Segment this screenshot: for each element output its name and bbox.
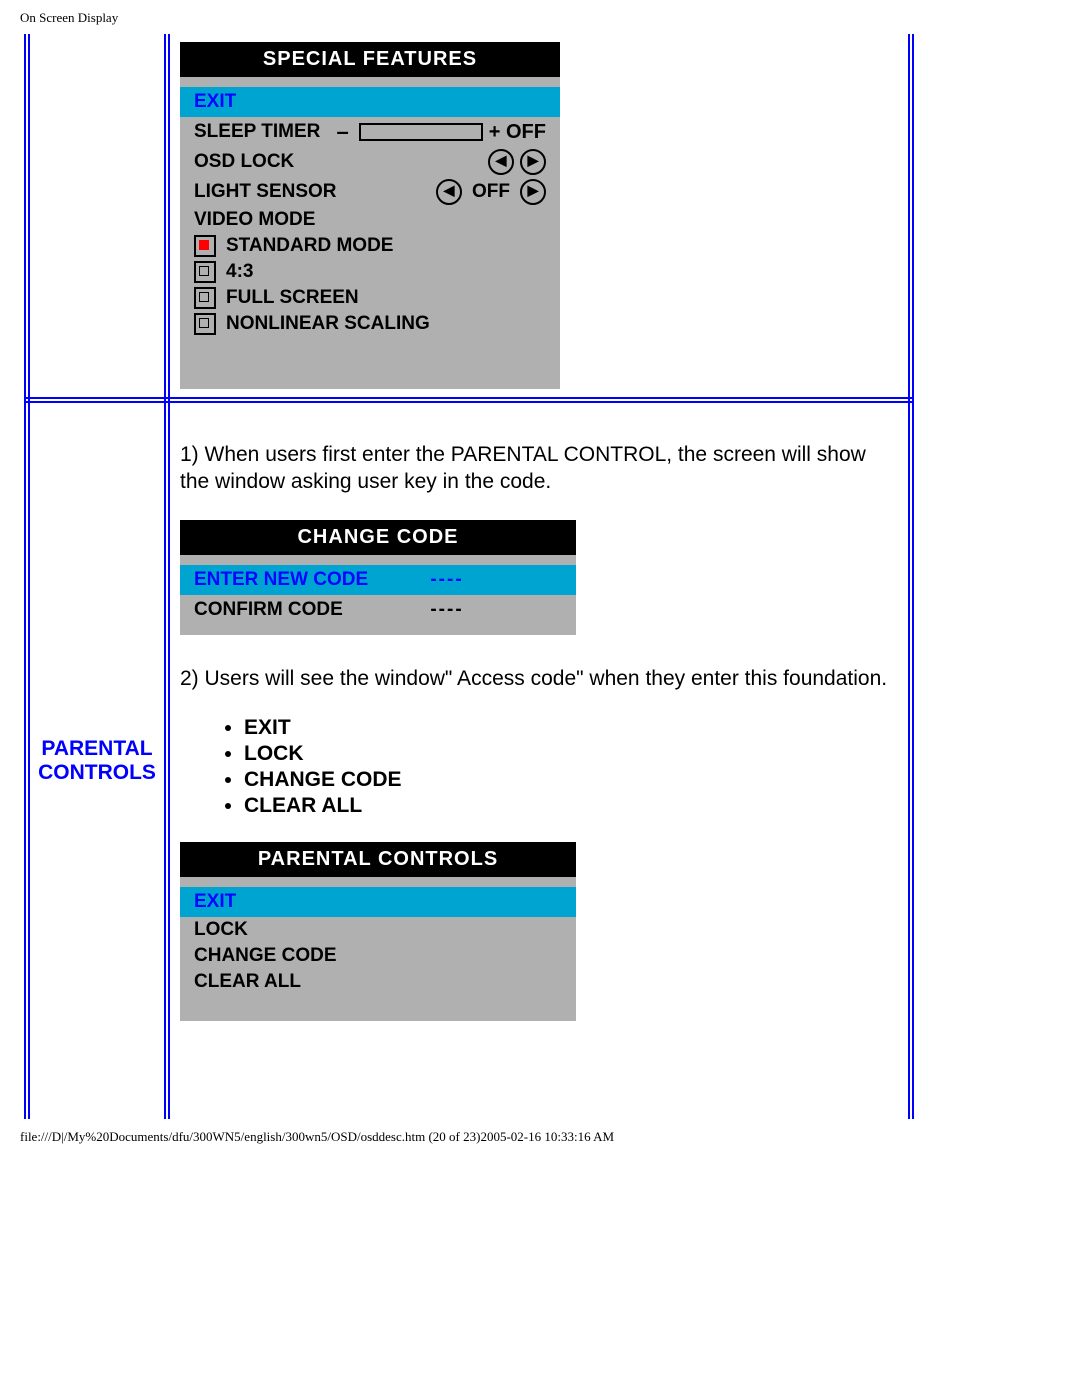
right-arrow-icon[interactable]: ▶ — [520, 179, 546, 205]
sf-osd-lock[interactable]: OSD LOCK ◀ ▶ — [180, 147, 560, 177]
paragraph-1: 1) When users first enter the PARENTAL C… — [180, 441, 898, 496]
sf-mode-nonlinear[interactable]: NONLINEAR SCALING — [180, 311, 560, 337]
sf-light-sensor[interactable]: LIGHT SENSOR ◀ OFF ▶ — [180, 177, 560, 207]
change-code-panel: CHANGE CODE ENTER NEW CODE ---- CONFIRM … — [180, 520, 576, 635]
parental-controls-panel: PARENTAL CONTROLS EXIT LOCK CHANGE CODE … — [180, 842, 576, 1021]
options-list: EXIT LOCK CHANGE CODE CLEAR ALL — [216, 716, 898, 818]
pc-lock[interactable]: LOCK — [180, 917, 576, 943]
minus-icon[interactable]: – — [327, 119, 359, 145]
radio-icon — [194, 261, 216, 283]
radio-icon — [194, 287, 216, 309]
sf-mode-fullscreen[interactable]: FULL SCREEN — [180, 285, 560, 311]
sf-mode-standard-label: STANDARD MODE — [226, 235, 393, 257]
row1-left-cell — [27, 34, 167, 400]
special-features-title: SPECIAL FEATURES — [180, 42, 560, 77]
list-item: LOCK — [244, 742, 898, 766]
sf-osd-lock-label: OSD LOCK — [194, 151, 488, 173]
page-footer: file:///D|/My%20Documents/dfu/300WN5/eng… — [0, 1119, 1080, 1155]
radio-icon — [194, 313, 216, 335]
paragraph-2: 2) Users will see the window" Access cod… — [180, 665, 898, 692]
sf-mode-standard[interactable]: STANDARD MODE — [180, 233, 560, 259]
sf-video-mode: VIDEO MODE — [180, 207, 560, 233]
page-header: On Screen Display — [0, 0, 1080, 34]
sf-sleep-timer[interactable]: SLEEP TIMER – + OFF — [180, 117, 560, 147]
cc-enter-new-label: ENTER NEW CODE — [194, 569, 412, 591]
cc-enter-new[interactable]: ENTER NEW CODE ---- — [180, 565, 576, 595]
sf-mode-43-label: 4:3 — [226, 261, 253, 283]
sf-light-sensor-value: OFF — [462, 181, 520, 203]
change-code-title: CHANGE CODE — [180, 520, 576, 555]
cc-confirm-value: ---- — [412, 599, 482, 621]
parental-title: PARENTAL CONTROLS — [180, 842, 576, 877]
sf-mode-43[interactable]: 4:3 — [180, 259, 560, 285]
row2-right-cell: 1) When users first enter the PARENTAL C… — [167, 400, 911, 1119]
special-features-panel: SPECIAL FEATURES EXIT SLEEP TIMER – + OF… — [180, 42, 560, 389]
sf-sleep-timer-label: SLEEP TIMER — [194, 121, 327, 143]
pc-clear-all[interactable]: CLEAR ALL — [180, 969, 576, 995]
radio-icon — [194, 235, 216, 257]
sf-video-mode-label: VIDEO MODE — [194, 209, 546, 231]
sf-sleep-timer-value: + OFF — [483, 121, 546, 144]
row1-right-cell: SPECIAL FEATURES EXIT SLEEP TIMER – + OF… — [167, 34, 911, 400]
list-item: CHANGE CODE — [244, 768, 898, 792]
cc-confirm-label: CONFIRM CODE — [194, 599, 412, 621]
sf-light-sensor-label: LIGHT SENSOR — [194, 181, 436, 203]
list-item: EXIT — [244, 716, 898, 740]
right-arrow-icon[interactable]: ▶ — [520, 149, 546, 175]
pc-change-code[interactable]: CHANGE CODE — [180, 943, 576, 969]
content-table: SPECIAL FEATURES EXIT SLEEP TIMER – + OF… — [24, 34, 914, 1119]
pc-exit[interactable]: EXIT — [180, 887, 576, 917]
row2-left-cell: PARENTAL CONTROLS — [27, 400, 167, 1119]
cc-confirm[interactable]: CONFIRM CODE ---- — [180, 595, 576, 625]
left-arrow-icon[interactable]: ◀ — [436, 179, 462, 205]
slider-track[interactable] — [359, 123, 483, 141]
sf-exit[interactable]: EXIT — [180, 87, 560, 117]
cc-enter-new-value: ---- — [412, 569, 482, 591]
sf-mode-fullscreen-label: FULL SCREEN — [226, 287, 359, 309]
section-label: PARENTAL CONTROLS — [34, 737, 160, 785]
left-arrow-icon[interactable]: ◀ — [488, 149, 514, 175]
list-item: CLEAR ALL — [244, 794, 898, 818]
sf-mode-nonlinear-label: NONLINEAR SCALING — [226, 313, 430, 335]
